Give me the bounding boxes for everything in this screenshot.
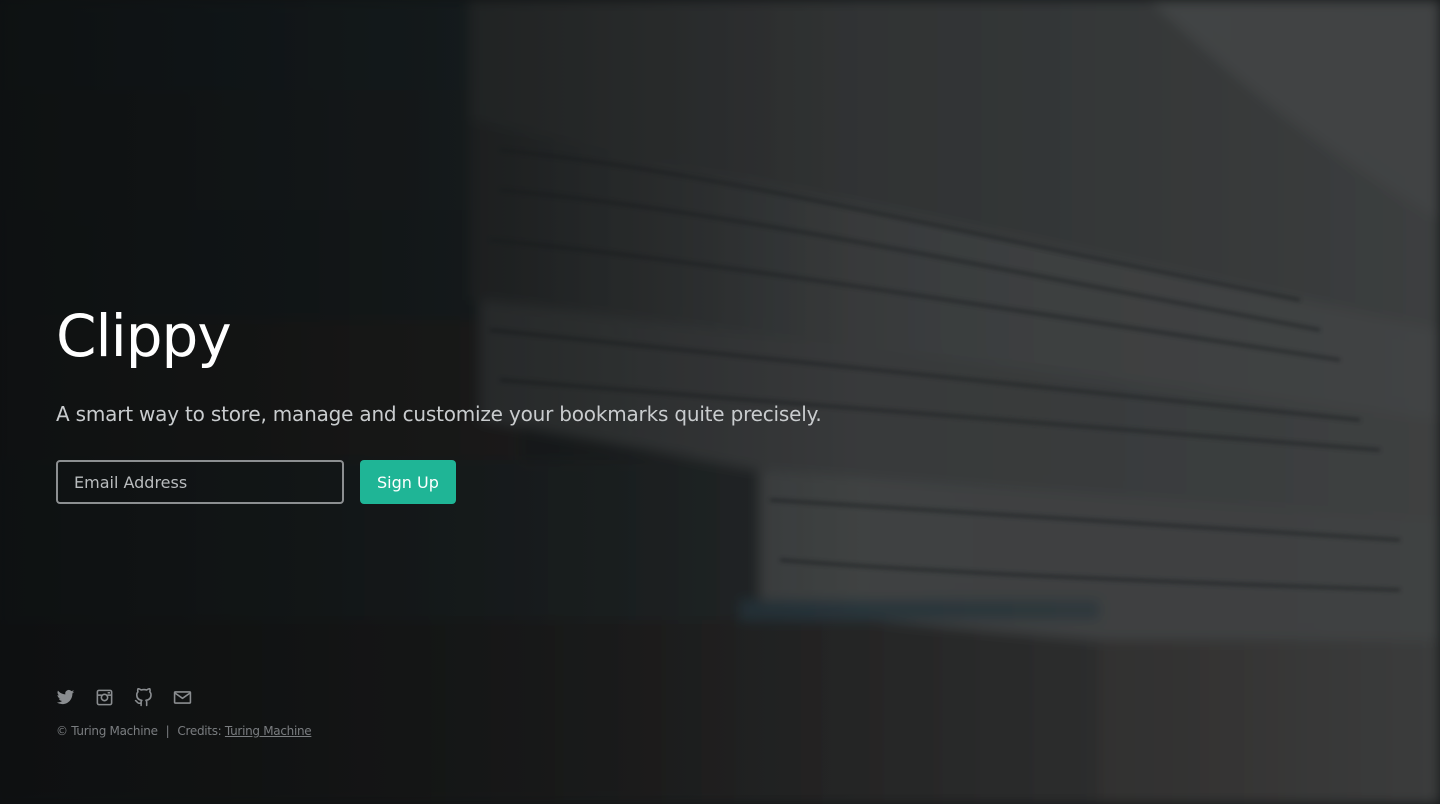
email-link[interactable] xyxy=(173,688,192,707)
sign-up-button[interactable]: Sign Up xyxy=(360,460,456,504)
mail-icon xyxy=(173,691,192,704)
instagram-icon xyxy=(96,689,113,706)
footer-separator: | xyxy=(165,724,170,738)
github-link[interactable] xyxy=(134,688,153,707)
instagram-link[interactable] xyxy=(95,688,114,707)
tagline: A smart way to store, manage and customi… xyxy=(56,402,822,426)
email-input[interactable] xyxy=(56,460,344,504)
credits-line: © Turing Machine | Credits: Turing Machine xyxy=(56,724,312,738)
twitter-icon xyxy=(56,689,75,705)
copyright-text: © Turing Machine xyxy=(56,724,158,738)
signup-form: Sign Up xyxy=(56,460,956,504)
github-icon xyxy=(134,688,152,707)
footer: © Turing Machine | Credits: Turing Machine xyxy=(56,688,312,738)
credits-label: Credits: xyxy=(177,724,222,738)
credits-link[interactable]: Turing Machine xyxy=(225,724,312,738)
twitter-link[interactable] xyxy=(56,688,75,707)
hero-section: Clippy A smart way to store, manage and … xyxy=(56,300,956,504)
page-title: Clippy xyxy=(56,302,232,370)
social-links xyxy=(56,688,311,707)
